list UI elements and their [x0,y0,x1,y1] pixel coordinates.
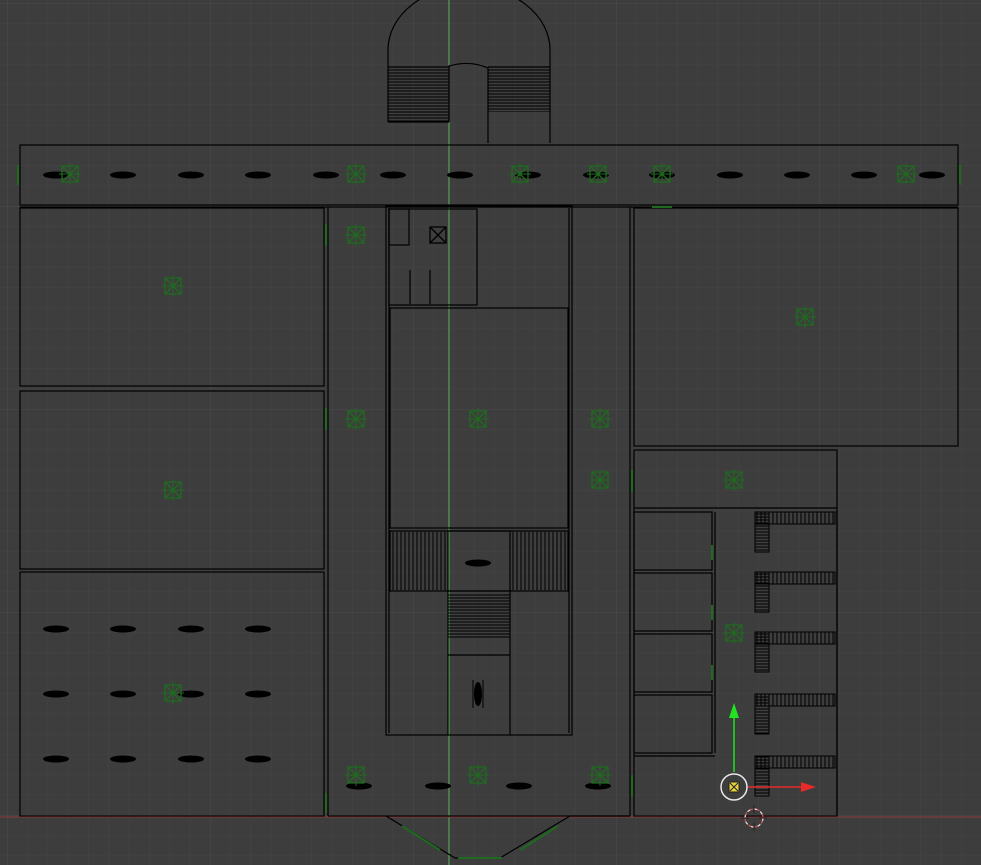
stair-flight [391,532,447,590]
ceiling-fixture-icon[interactable] [43,171,69,179]
point-lamp-icon[interactable] [895,163,917,185]
ceiling-fixture-icon[interactable] [178,755,204,763]
point-lamp-icon[interactable] [589,408,611,430]
3d-viewport[interactable] [0,0,981,865]
point-lamp-icon[interactable] [162,682,184,704]
ceiling-fixture-icon[interactable] [919,171,945,179]
ceiling-fixture-icon[interactable] [110,171,136,179]
point-lamp-icon[interactable] [509,163,531,185]
ceiling-fixture-icon[interactable] [784,171,810,179]
point-lamp-icon[interactable] [589,469,611,491]
ceiling-fixture-icon[interactable] [110,690,136,698]
point-lamp-icon[interactable] [794,306,816,328]
ceiling-fixture-icon[interactable] [43,690,69,698]
stair-flight [448,594,510,638]
ceiling-fixture-icon[interactable] [465,559,491,567]
point-lamp-icon[interactable] [723,469,745,491]
stair-flight [511,532,567,590]
ceiling-fixture-icon[interactable] [245,171,271,179]
point-lamp-icon[interactable] [467,764,489,786]
viewport-canvas[interactable] [0,0,981,865]
point-lamp-icon[interactable] [587,163,609,185]
stair-flight [388,67,449,122]
point-lamp-icon[interactable] [345,408,367,430]
point-lamp-icon[interactable] [345,764,367,786]
point-lamp-icon[interactable] [345,224,367,246]
ceiling-fixture-icon[interactable] [178,625,204,633]
point-lamp-icon[interactable] [723,622,745,644]
point-lamp-icon[interactable] [162,479,184,501]
ceiling-fixture-icon[interactable] [178,171,204,179]
ceiling-fixture-icon[interactable] [245,625,271,633]
ceiling-fixture-icon[interactable] [110,625,136,633]
point-lamp-icon[interactable] [162,275,184,297]
ceiling-fixture-icon[interactable] [110,755,136,763]
point-lamp-icon[interactable] [345,163,367,185]
ceiling-fixture-icon[interactable] [851,171,877,179]
ceiling-fixture-icon[interactable] [43,755,69,763]
point-lamp-icon[interactable] [59,163,81,185]
ceiling-fixture-icon[interactable] [717,171,743,179]
ceiling-fixture-icon[interactable] [245,690,271,698]
point-lamp-icon[interactable] [467,408,489,430]
ceiling-fixture-icon[interactable] [425,782,451,790]
ceiling-fixture-icon[interactable] [474,682,482,706]
stair-flight [488,67,550,112]
point-lamp-icon[interactable] [589,764,611,786]
ceiling-fixture-icon[interactable] [447,171,473,179]
point-lamp-icon[interactable] [651,163,673,185]
ceiling-fixture-icon[interactable] [313,171,339,179]
ceiling-fixture-icon[interactable] [380,171,406,179]
ceiling-fixture-icon[interactable] [506,782,532,790]
ceiling-fixture-icon[interactable] [245,755,271,763]
ceiling-fixture-icon[interactable] [43,625,69,633]
ceiling-fixture-icon[interactable] [178,690,204,698]
